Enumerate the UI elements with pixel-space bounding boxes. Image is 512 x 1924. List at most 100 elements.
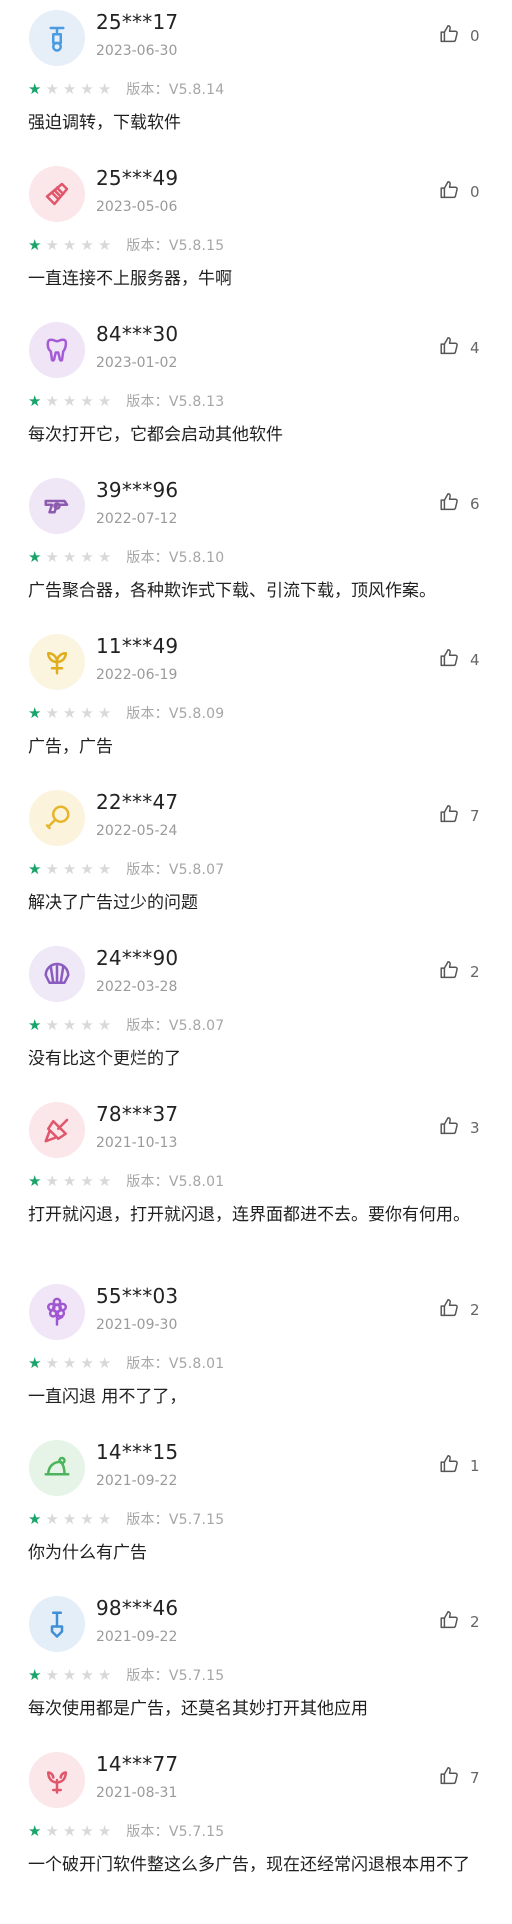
review-meta: ★ ★ ★ ★ ★ 版本：V5.8.15 xyxy=(28,234,484,256)
star-empty-icon: ★ xyxy=(80,1509,94,1528)
review-header: 22***47 2022-05-24 7 xyxy=(28,790,484,846)
version-value: V5.8.10 xyxy=(168,550,225,566)
review-meta: ★ ★ ★ ★ ★ 版本：V5.8.01 xyxy=(28,1352,484,1374)
review-date: 2023-05-06 xyxy=(96,199,178,215)
avatar[interactable] xyxy=(29,1752,85,1808)
star-empty-icon: ★ xyxy=(97,1171,112,1190)
like-button[interactable]: 7 xyxy=(438,804,480,828)
like-count: 7 xyxy=(470,1769,480,1787)
avatar[interactable] xyxy=(29,166,85,222)
star-empty-icon: ★ xyxy=(80,1821,94,1840)
version-label: 版本： xyxy=(126,82,169,98)
star-empty-icon: ★ xyxy=(45,547,59,566)
version-label: 版本： xyxy=(126,1174,169,1190)
username: 84***30 xyxy=(96,322,179,346)
review-text: 每次使用都是广告，还莫名其妙打开其他应用 xyxy=(28,1699,368,1719)
like-button[interactable]: 2 xyxy=(438,960,480,984)
like-button[interactable]: 4 xyxy=(438,336,480,360)
star-filled-icon: ★ xyxy=(28,1171,42,1190)
thumbs-up-icon xyxy=(438,335,460,361)
thumbs-up-icon xyxy=(438,23,460,49)
app-version: 版本：V5.8.01 xyxy=(126,1171,224,1191)
shovel-icon xyxy=(42,1609,72,1639)
star-empty-icon: ★ xyxy=(62,235,77,254)
star-rating: ★ ★ ★ ★ ★ xyxy=(28,79,112,98)
star-empty-icon: ★ xyxy=(45,79,59,98)
review-date: 2023-06-30 xyxy=(96,43,178,59)
star-rating: ★ ★ ★ ★ ★ xyxy=(28,1821,111,1840)
star-empty-icon: ★ xyxy=(97,79,112,98)
username: 25***49 xyxy=(96,166,179,190)
like-count: 6 xyxy=(470,495,480,513)
thumbs-up-icon xyxy=(438,647,460,673)
app-version: 版本：V5.8.15 xyxy=(126,235,224,255)
star-empty-icon: ★ xyxy=(97,391,112,410)
like-button[interactable]: 7 xyxy=(438,1766,480,1790)
avatar[interactable] xyxy=(29,1440,85,1496)
version-value: V5.7.15 xyxy=(168,1668,225,1684)
pistol-icon xyxy=(42,491,72,521)
like-button[interactable]: 3 xyxy=(438,1116,480,1140)
avatar[interactable] xyxy=(29,1596,85,1652)
star-rating: ★ ★ ★ ★ ★ xyxy=(28,1353,111,1372)
username: 55***03 xyxy=(96,1284,179,1308)
thumbs-up-icon xyxy=(438,491,460,517)
like-button[interactable]: 0 xyxy=(438,180,480,204)
version-value: V5.7.15 xyxy=(168,1512,225,1528)
star-rating: ★ ★ ★ ★ ★ xyxy=(28,547,111,566)
like-button[interactable]: 0 xyxy=(438,24,480,48)
like-button[interactable]: 2 xyxy=(438,1610,480,1634)
version-label: 版本： xyxy=(126,238,169,254)
like-button[interactable]: 6 xyxy=(438,492,480,516)
app-version: 版本：V5.8.09 xyxy=(126,703,224,723)
like-button[interactable]: 1 xyxy=(438,1454,480,1478)
shell-icon xyxy=(42,959,72,989)
review-item: 98***46 2021-09-22 2 ★ ★ ★ ★ ★ 版本：V5.7.15 每次… xyxy=(0,1586,512,1742)
tooth-icon xyxy=(42,335,72,365)
username: 14***15 xyxy=(96,1440,179,1464)
version-label: 版本： xyxy=(126,1824,169,1840)
review-item: 14***15 2021-09-22 1 ★ ★ ★ ★ ★ 版本：V5.7.15 你为… xyxy=(0,1430,512,1586)
avatar[interactable] xyxy=(29,634,85,690)
review-text: 没有比这个更烂的了 xyxy=(28,1049,181,1069)
review-meta: ★ ★ ★ ★ ★ 版本：V5.8.07 xyxy=(28,1014,484,1036)
app-version: 版本：V5.8.10 xyxy=(126,547,224,567)
app-version: 版本：V5.8.13 xyxy=(126,391,224,411)
star-empty-icon: ★ xyxy=(45,1353,59,1372)
review-text: 解决了广告过少的问题 xyxy=(28,893,198,913)
app-version: 版本：V5.8.14 xyxy=(126,79,224,99)
star-empty-icon: ★ xyxy=(45,235,59,254)
avatar[interactable] xyxy=(29,1284,85,1340)
avatar[interactable] xyxy=(29,1102,85,1158)
version-label: 版本： xyxy=(126,1018,169,1034)
like-count: 4 xyxy=(470,651,480,669)
review-text: 打开就闪退，打开就闪退，连界面都进不去。要你有何用。 xyxy=(28,1205,470,1225)
star-empty-icon: ★ xyxy=(80,1015,94,1034)
star-empty-icon: ★ xyxy=(97,703,112,722)
avatar[interactable] xyxy=(29,790,85,846)
star-empty-icon: ★ xyxy=(80,1171,94,1190)
star-empty-icon: ★ xyxy=(45,391,59,410)
review-text: 强迫调转，下载软件 xyxy=(28,113,181,133)
like-count: 2 xyxy=(470,1301,480,1319)
version-value: V5.8.07 xyxy=(168,1018,225,1034)
like-button[interactable]: 2 xyxy=(438,1298,480,1322)
version-label: 版本： xyxy=(126,1512,169,1528)
review-text: 广告聚合器，各种欺诈式下载、引流下载，顶风作案。 xyxy=(28,581,436,601)
avatar[interactable] xyxy=(29,322,85,378)
review-text: 一直闪退 用不了了， xyxy=(28,1387,187,1407)
thumbs-up-icon xyxy=(438,959,460,985)
like-count: 7 xyxy=(470,807,480,825)
thumbs-up-icon xyxy=(438,179,460,205)
app-version: 版本：V5.8.07 xyxy=(126,859,224,879)
avatar[interactable] xyxy=(29,478,85,534)
review-meta: ★ ★ ★ ★ ★ 版本：V5.8.01 xyxy=(28,1170,484,1192)
review-text: 你为什么有广告 xyxy=(28,1543,147,1563)
review-header: 14***77 2021-08-31 7 xyxy=(28,1752,484,1808)
avatar[interactable] xyxy=(29,946,85,1002)
avatar[interactable] xyxy=(29,10,85,66)
like-button[interactable]: 4 xyxy=(438,648,480,672)
review-item: 22***47 2022-05-24 7 ★ ★ ★ ★ ★ 版本：V5.8.07 解决… xyxy=(0,780,512,936)
version-label: 版本： xyxy=(126,706,169,722)
scooter-icon xyxy=(42,23,72,53)
